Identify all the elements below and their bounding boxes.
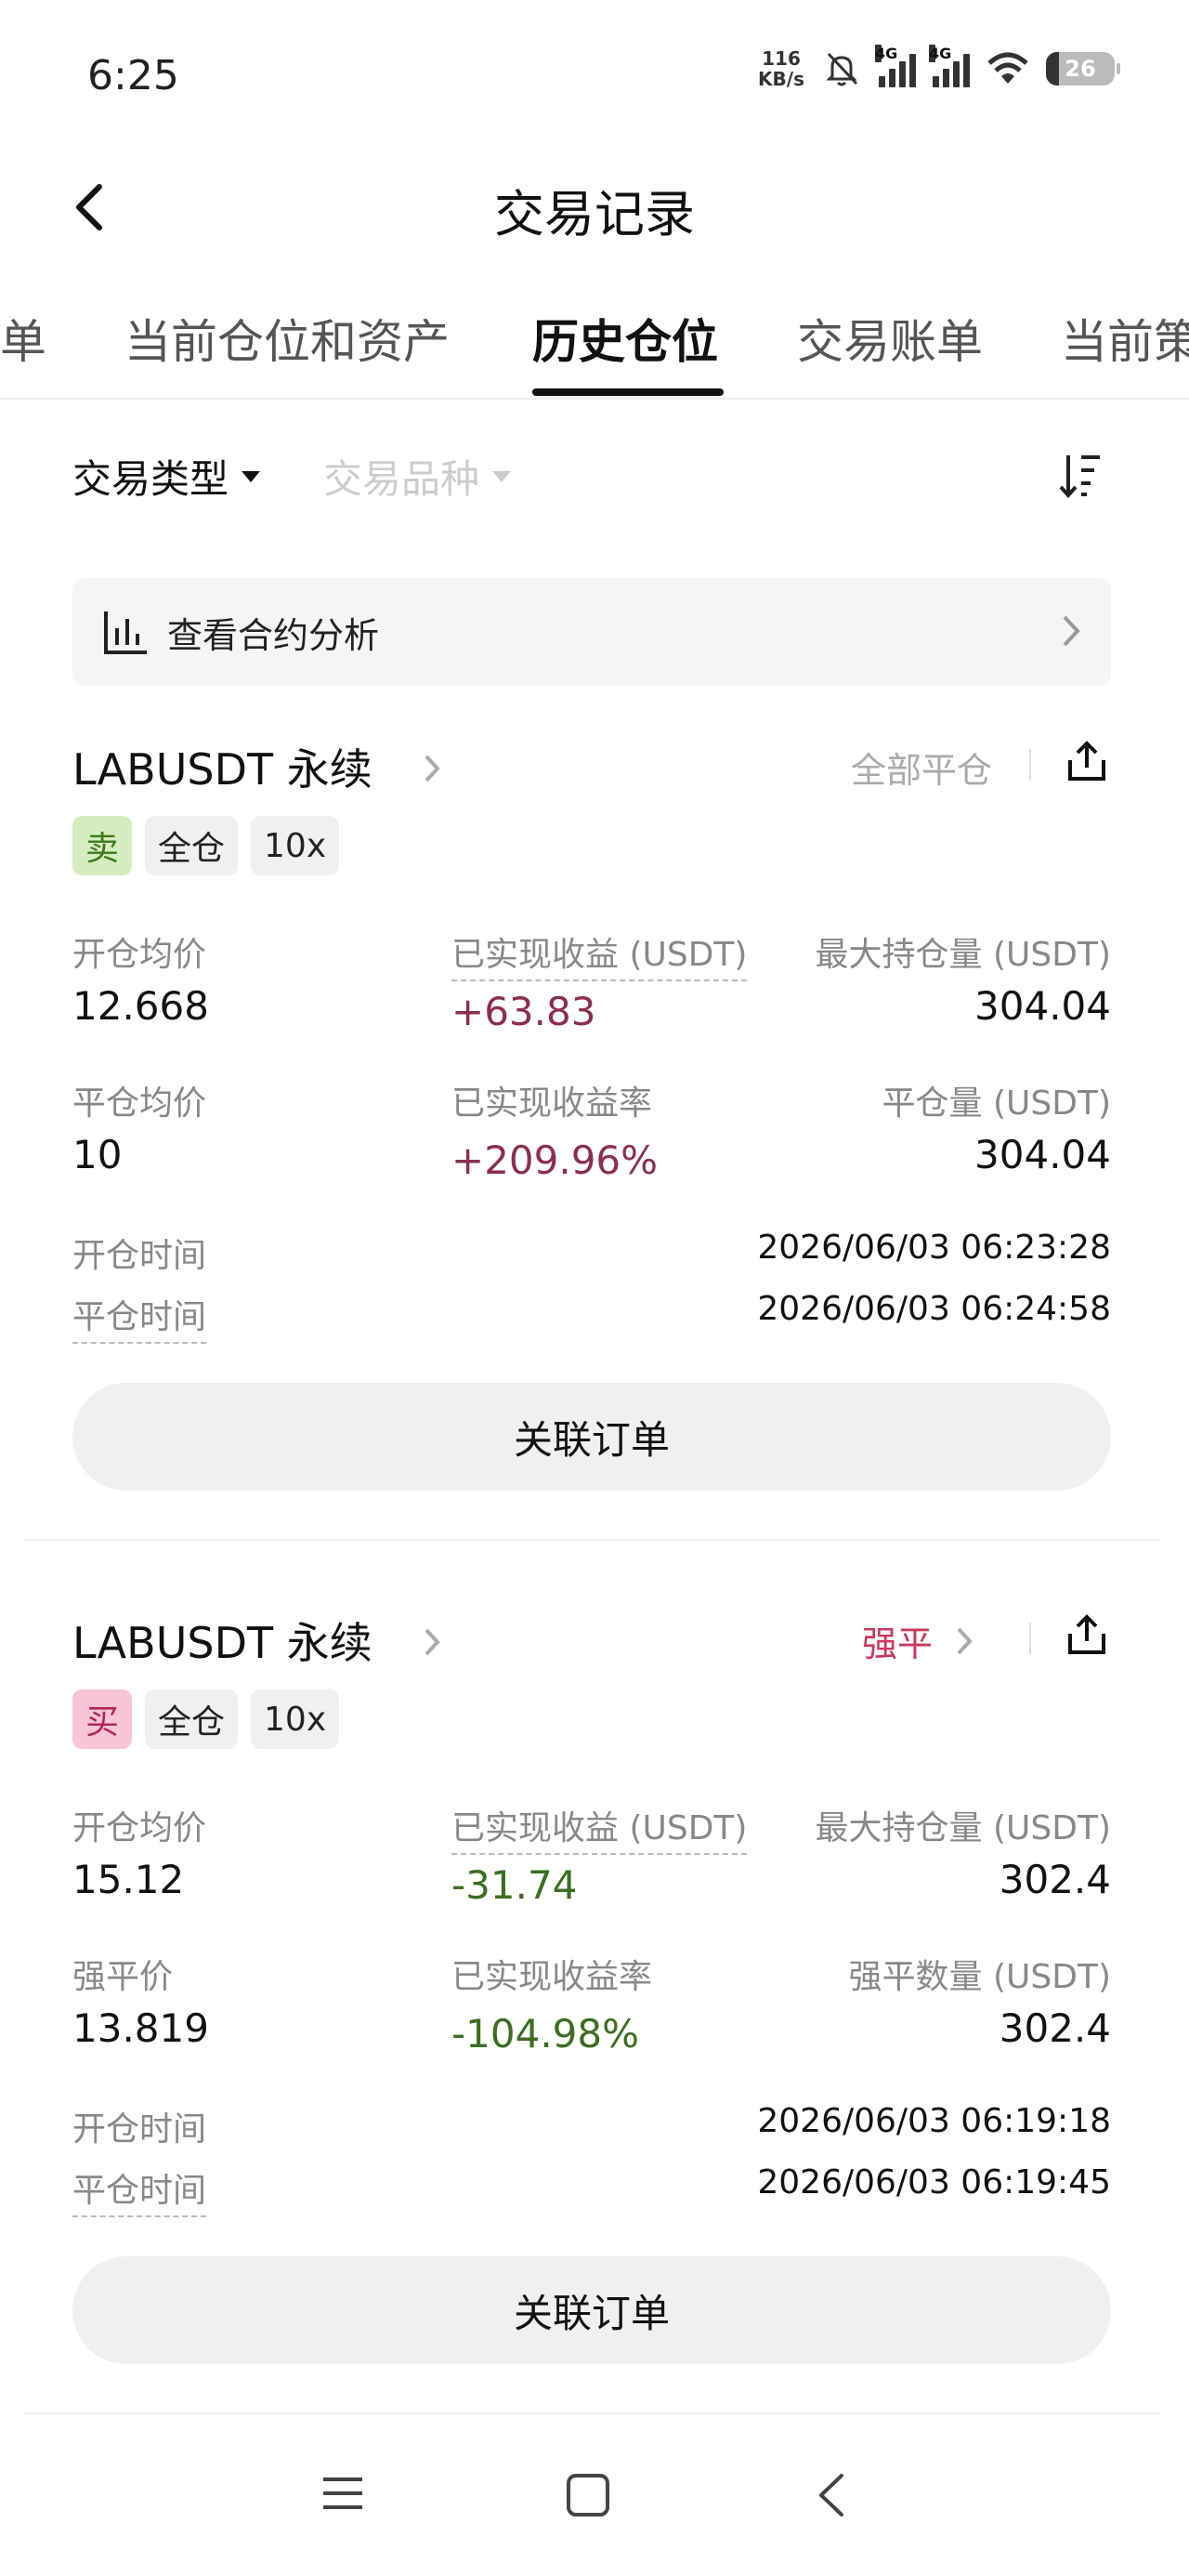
tab-history-positions[interactable]: 历史仓位 — [532, 305, 718, 372]
max-position-label: 最大持仓量 (USDT) — [815, 936, 1111, 974]
leverage-tag: 10x — [251, 1689, 340, 1749]
realized-pnl-value: +63.83 — [451, 989, 596, 1034]
trade-type-filter[interactable]: 交易类型 — [72, 448, 261, 505]
back-triangle-icon[interactable] — [816, 2470, 847, 2520]
liquidation-label: 强平 — [862, 1623, 934, 1664]
card-divider — [24, 2412, 1161, 2414]
caret-down-icon — [242, 470, 261, 482]
tab-bar: 单 当前仓位和资产 历史仓位 交易账单 当前策 — [0, 296, 1189, 400]
related-orders-button[interactable]: 关联订单 — [72, 1383, 1111, 1491]
tab-active-indicator — [532, 388, 724, 396]
mute-bell-icon — [826, 52, 858, 86]
battery-level: 26 — [1065, 56, 1096, 82]
realized-pnl-rate-value: -104.98% — [451, 2011, 640, 2057]
margin-mode-tag: 全仓 — [145, 1689, 239, 1749]
position-symbol: LABUSDT 永续 — [72, 1618, 372, 1668]
open-avg-label: 开仓均价 — [72, 936, 207, 974]
tab-current-strategy[interactable]: 当前策 — [1061, 305, 1189, 372]
tab-partial-left[interactable]: 单 — [0, 305, 46, 372]
open-time-value: 2026/06/03 06:19:18 — [757, 2102, 1111, 2140]
divider — [1029, 1623, 1031, 1654]
max-position-label: 最大持仓量 (USDT) — [815, 1809, 1111, 1847]
open-time-value: 2026/06/03 06:23:28 — [757, 1229, 1111, 1267]
related-orders-button[interactable]: 关联订单 — [72, 2256, 1111, 2364]
status-icons: 116 KB/s 4G 4G 26 — [758, 45, 1120, 89]
realized-pnl-rate-value: +209.96% — [451, 1137, 659, 1183]
realized-pnl-rate-label: 已实现收益率 — [451, 1084, 653, 1123]
realized-pnl-label[interactable]: 已实现收益 (USDT) — [451, 927, 748, 981]
bar-chart-icon — [104, 611, 147, 654]
battery-icon: 26 — [1046, 52, 1120, 85]
signal-2-label: 4G — [929, 45, 952, 62]
max-position-value: 302.4 — [999, 1857, 1111, 1902]
liquidation-qty-value: 302.4 — [999, 2005, 1111, 2051]
trade-type-label: 交易类型 — [72, 456, 229, 502]
close-qty-value: 304.04 — [974, 1132, 1111, 1177]
caret-down-icon — [492, 470, 512, 482]
signal-1-label: 4G — [875, 45, 898, 62]
signal-icon-1: 4G — [875, 45, 916, 87]
side-tag-sell: 卖 — [72, 816, 133, 875]
max-position-value: 304.04 — [974, 983, 1111, 1029]
realized-pnl-value: -31.74 — [451, 1862, 578, 1908]
chevron-right-icon — [425, 755, 441, 782]
open-avg-label: 开仓均价 — [72, 1809, 207, 1847]
share-icon[interactable] — [1066, 1613, 1107, 1656]
page-title: 交易记录 — [494, 185, 695, 243]
signal-icon-2: 4G — [929, 45, 970, 87]
open-avg-value: 15.12 — [72, 1857, 185, 1902]
tab-positions-assets[interactable]: 当前仓位和资产 — [124, 305, 450, 372]
margin-mode-tag: 全仓 — [145, 816, 239, 875]
liquidation-qty-label: 强平数量 (USDT) — [848, 1958, 1111, 1996]
open-avg-value: 12.668 — [72, 983, 209, 1029]
position-symbol-link[interactable]: LABUSDT 永续 — [72, 736, 441, 797]
open-time-label: 开仓时间 — [72, 1237, 207, 1275]
liquidation-link[interactable]: 强平 — [862, 1615, 973, 1666]
close-time-value: 2026/06/03 06:24:58 — [757, 1290, 1111, 1328]
chevron-right-icon — [1063, 615, 1080, 647]
position-symbol: LABUSDT 永续 — [72, 744, 372, 795]
side-tag-buy: 买 — [72, 1689, 133, 1749]
chevron-right-icon — [957, 1627, 973, 1654]
card-divider — [24, 1539, 1161, 1541]
symbol-filter-label: 交易品种 — [323, 456, 480, 502]
symbol-filter[interactable]: 交易品种 — [323, 448, 512, 505]
net-speed-unit: KB/s — [758, 68, 804, 90]
home-square-icon[interactable] — [565, 2472, 611, 2518]
close-avg-value: 10 — [72, 1132, 123, 1177]
contract-analysis-link[interactable]: 查看合约分析 — [72, 578, 1111, 686]
open-time-label: 开仓时间 — [72, 2110, 207, 2149]
close-all-button[interactable]: 全部平仓 — [851, 742, 992, 793]
tab-trade-bills[interactable]: 交易账单 — [797, 305, 983, 372]
liquidation-price-value: 13.819 — [72, 2005, 209, 2051]
position-tags: 卖 全仓 10x — [72, 816, 340, 875]
chevron-right-icon — [425, 1628, 441, 1656]
status-time: 6:25 — [87, 52, 179, 99]
leverage-tag: 10x — [251, 816, 340, 875]
net-speed: 116 KB/s — [758, 48, 804, 89]
sort-icon[interactable] — [1059, 452, 1102, 500]
analysis-label: 查看合约分析 — [167, 614, 380, 656]
menu-icon[interactable] — [320, 2472, 366, 2515]
share-icon[interactable] — [1066, 740, 1107, 782]
wifi-icon — [987, 52, 1028, 84]
realized-pnl-label[interactable]: 已实现收益 (USDT) — [451, 1801, 748, 1855]
divider — [1029, 749, 1031, 781]
liquidation-price-label: 强平价 — [72, 1958, 174, 1996]
position-symbol-link[interactable]: LABUSDT 永续 — [72, 1610, 441, 1671]
close-time-value: 2026/06/03 06:19:45 — [757, 2163, 1111, 2201]
close-qty-label: 平仓量 (USDT) — [882, 1084, 1111, 1123]
position-tags: 买 全仓 10x — [72, 1689, 340, 1749]
close-time-label[interactable]: 平仓时间 — [72, 2163, 207, 2217]
close-time-label[interactable]: 平仓时间 — [72, 1290, 207, 1344]
realized-pnl-rate-label: 已实现收益率 — [451, 1958, 653, 1996]
close-avg-label: 平仓均价 — [72, 1084, 207, 1123]
net-speed-value: 116 — [762, 47, 801, 70]
